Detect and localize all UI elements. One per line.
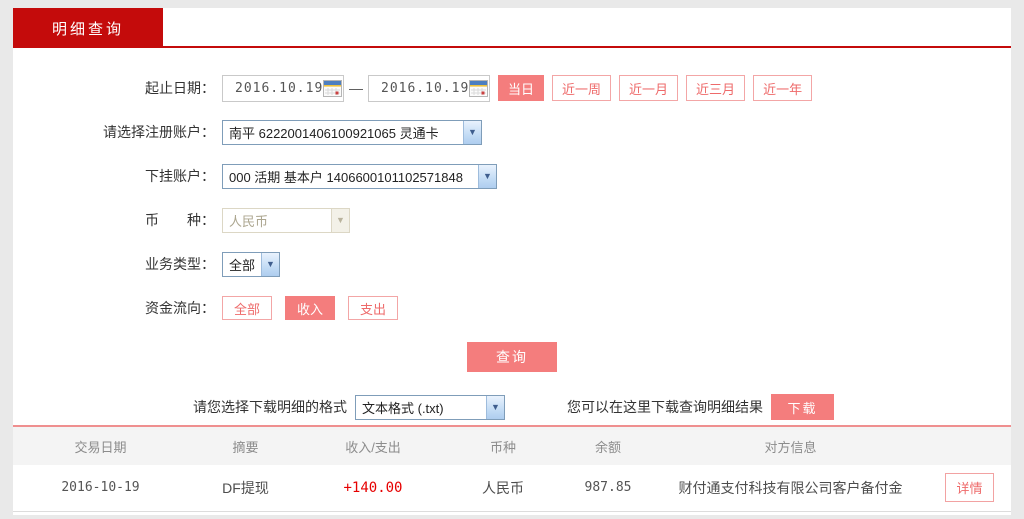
tab-bar: 明细查询 [13, 8, 1011, 48]
end-date-value: 2016.10.19 [381, 81, 469, 96]
results-table: 交易日期 摘要 收入/支出 币种 余额 对方信息 2016-10-19 DF提现… [13, 427, 1011, 512]
quick-range-3month-button[interactable]: 近三月 [686, 75, 745, 101]
currency-value: 人民币 [223, 211, 331, 230]
cell-summary: DF提现 [188, 465, 303, 511]
download-format-select[interactable]: 文本格式 (.txt) ▼ [355, 395, 505, 420]
start-date-input[interactable]: 2016.10.19 [222, 75, 344, 102]
detail-button[interactable]: 详情 [945, 473, 993, 502]
fund-flow-row: 资金流向： 全部 收入 支出 [13, 294, 1011, 322]
registered-account-row: 请选择注册账户： 南平 6222001406100921065 灵通卡 ▼ [13, 118, 1011, 146]
registered-account-select[interactable]: 南平 6222001406100921065 灵通卡 ▼ [222, 120, 482, 145]
business-type-label: 业务类型： [13, 254, 215, 274]
col-header-balance: 余额 [563, 427, 653, 465]
quick-range-year-button[interactable]: 近一年 [753, 75, 812, 101]
chevron-down-icon: ▼ [463, 121, 481, 144]
results-table-wrap: 交易日期 摘要 收入/支出 币种 余额 对方信息 2016-10-19 DF提现… [13, 425, 1011, 512]
chevron-down-icon: ▼ [478, 165, 496, 188]
sub-account-row: 下挂账户： 000 活期 基本户 1406600101102571848 ▼ [13, 162, 1011, 190]
chevron-down-icon: ▼ [261, 253, 279, 276]
business-type-value: 全部 [223, 255, 261, 274]
sub-account-select[interactable]: 000 活期 基本户 1406600101102571848 ▼ [222, 164, 497, 189]
chevron-down-icon: ▼ [486, 396, 504, 419]
cell-date: 2016-10-19 [13, 465, 188, 511]
business-type-select[interactable]: 全部 ▼ [222, 252, 280, 277]
download-row: 请您选择下载明细的格式 文本格式 (.txt) ▼ 您可以在这里下载查询明细结果… [13, 393, 1011, 421]
tab-detail-query[interactable]: 明细查询 [13, 8, 163, 48]
date-separator: — [349, 80, 363, 96]
currency-row: 币 种： 人民币 ▼ [13, 206, 1011, 234]
chevron-down-icon: ▼ [331, 209, 349, 232]
table-row: 2016-10-19 DF提现 +140.00 人民币 987.85 财付通支付… [13, 465, 1011, 511]
quick-range-today-button[interactable]: 当日 [498, 75, 544, 101]
start-date-value: 2016.10.19 [235, 81, 323, 96]
registered-account-value: 南平 6222001406100921065 灵通卡 [223, 123, 463, 142]
fund-flow-label: 资金流向： [13, 298, 215, 318]
download-format-value: 文本格式 (.txt) [356, 398, 486, 417]
currency-label: 币 种： [13, 210, 215, 230]
currency-select: 人民币 ▼ [222, 208, 350, 233]
download-format-label: 请您选择下载明细的格式 [193, 397, 347, 417]
download-button[interactable]: 下载 [771, 394, 834, 420]
fund-flow-expense-button[interactable]: 支出 [348, 296, 398, 320]
col-header-summary: 摘要 [188, 427, 303, 465]
query-form: 起止日期： 2016.10.19 — 2016.10.19 [13, 74, 1011, 372]
col-header-counterparty: 对方信息 [653, 427, 928, 465]
table-header-row: 交易日期 摘要 收入/支出 币种 余额 对方信息 [13, 427, 1011, 465]
cell-action: 详情 [928, 465, 1011, 511]
sub-account-label: 下挂账户： [13, 166, 215, 186]
date-range-row: 起止日期： 2016.10.19 — 2016.10.19 [13, 74, 1011, 102]
fund-flow-income-button[interactable]: 收入 [285, 296, 335, 320]
registered-account-label: 请选择注册账户： [13, 122, 215, 142]
cell-amount: +140.00 [303, 465, 443, 511]
sub-account-value: 000 活期 基本户 1406600101102571848 [223, 167, 478, 186]
business-type-row: 业务类型： 全部 ▼ [13, 250, 1011, 278]
quick-range-month-button[interactable]: 近一月 [619, 75, 678, 101]
col-header-date: 交易日期 [13, 427, 188, 465]
col-header-action [928, 427, 1011, 465]
content-panel: 明细查询 起止日期： 2016.10.19 — 2016.10. [13, 8, 1011, 515]
calendar-icon[interactable] [323, 80, 342, 97]
cell-currency: 人民币 [443, 465, 563, 511]
date-range-controls: 2016.10.19 — 2016.10.19 [222, 75, 812, 102]
cell-balance: 987.85 [563, 465, 653, 511]
query-button[interactable]: 查询 [467, 342, 557, 372]
quick-range-week-button[interactable]: 近一周 [552, 75, 611, 101]
col-header-amount: 收入/支出 [303, 427, 443, 465]
download-hint: 您可以在这里下载查询明细结果 [567, 397, 763, 417]
calendar-icon[interactable] [469, 80, 488, 97]
col-header-currency: 币种 [443, 427, 563, 465]
end-date-input[interactable]: 2016.10.19 [368, 75, 490, 102]
query-row: 查询 [13, 342, 1011, 372]
fund-flow-all-button[interactable]: 全部 [222, 296, 272, 320]
date-range-label: 起止日期： [13, 78, 215, 98]
cell-counterparty: 财付通支付科技有限公司客户备付金 [653, 465, 928, 511]
